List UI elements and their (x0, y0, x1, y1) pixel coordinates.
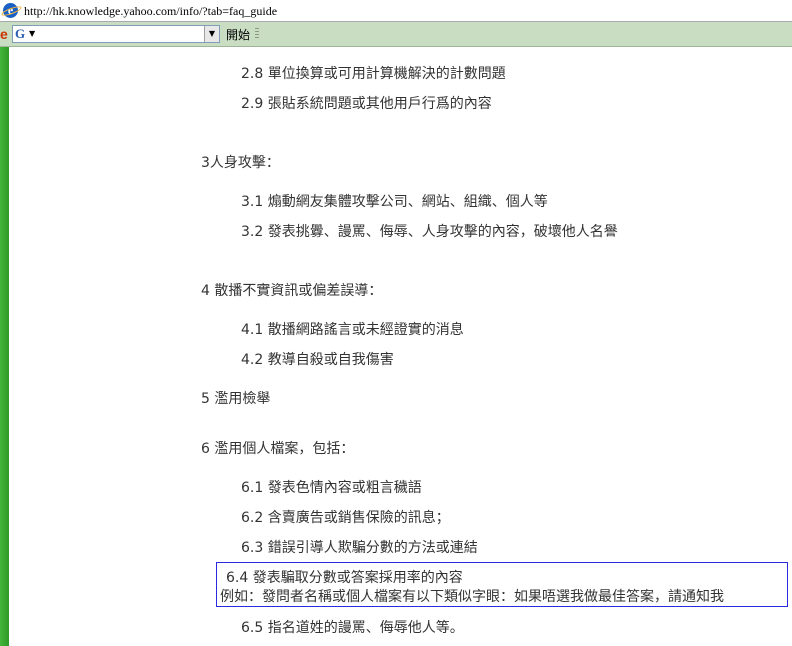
caret-down-icon[interactable]: ▼ (29, 29, 35, 38)
list-item: 3.1 煽動網友集體攻擊公司、網站、組織、個人等 (241, 194, 548, 210)
search-toolbar: e G ▼ ▼ 開始 (0, 22, 792, 47)
section-heading: 5 濫用檢舉 (201, 391, 271, 407)
list-item: 6.3 錯誤引導人欺騙分數的方法或連結 (241, 540, 478, 556)
search-input[interactable]: G ▼ ▼ (12, 25, 220, 43)
toolbar-e-icon: e (0, 26, 8, 42)
list-item: 4.2 教導自殺或自我傷害 (241, 352, 394, 368)
section-heading: 4 散播不實資訊或偏差誤導： (201, 283, 383, 299)
list-item: 6.4 發表騙取分數或答案採用率的內容 (226, 570, 463, 586)
example-text: 例如：發問者名稱或個人檔案有以下類似字眼：如果唔選我做最佳答案，請通知我 (220, 589, 724, 605)
list-item: 3.2 發表挑釁、謾罵、侮辱、人身攻擊的內容，破壞他人名譽 (241, 224, 618, 240)
section-heading: 3人身攻擊： (201, 155, 280, 171)
list-item: 6.5 指名道姓的謾罵、侮辱他人等。 (241, 620, 464, 636)
highlighted-item: 6.4 發表騙取分數或答案採用率的內容 例如：發問者名稱或個人檔案有以下類似字眼… (216, 562, 788, 607)
list-item: 4.1 散播網路謠言或未經證實的消息 (241, 322, 464, 338)
faq-content: 2.8 單位換算或可用計算機解決的計數問題 2.9 張貼系統問題或其他用戶行爲的… (0, 47, 792, 646)
list-item: 2.9 張貼系統問題或其他用戶行爲的內容 (241, 96, 492, 112)
list-item: 2.8 單位換算或可用計算機解決的計數問題 (241, 66, 506, 82)
ie-page-icon: e (3, 3, 18, 18)
search-dropdown-button[interactable]: ▼ (204, 26, 219, 42)
section-heading: 6 濫用個人檔案，包括： (201, 441, 355, 457)
toolbar-grip-icon[interactable] (255, 28, 259, 40)
address-url[interactable]: http://hk.knowledge.yahoo.com/info/?tab=… (24, 4, 277, 19)
address-bar[interactable]: e http://hk.knowledge.yahoo.com/info/?ta… (0, 0, 792, 22)
go-button[interactable]: 開始 (226, 26, 250, 43)
google-icon[interactable]: G (15, 26, 25, 42)
list-item: 6.2 含賣廣告或銷售保險的訊息； (241, 510, 450, 526)
list-item: 6.1 發表色情內容或粗言穢語 (241, 480, 422, 496)
